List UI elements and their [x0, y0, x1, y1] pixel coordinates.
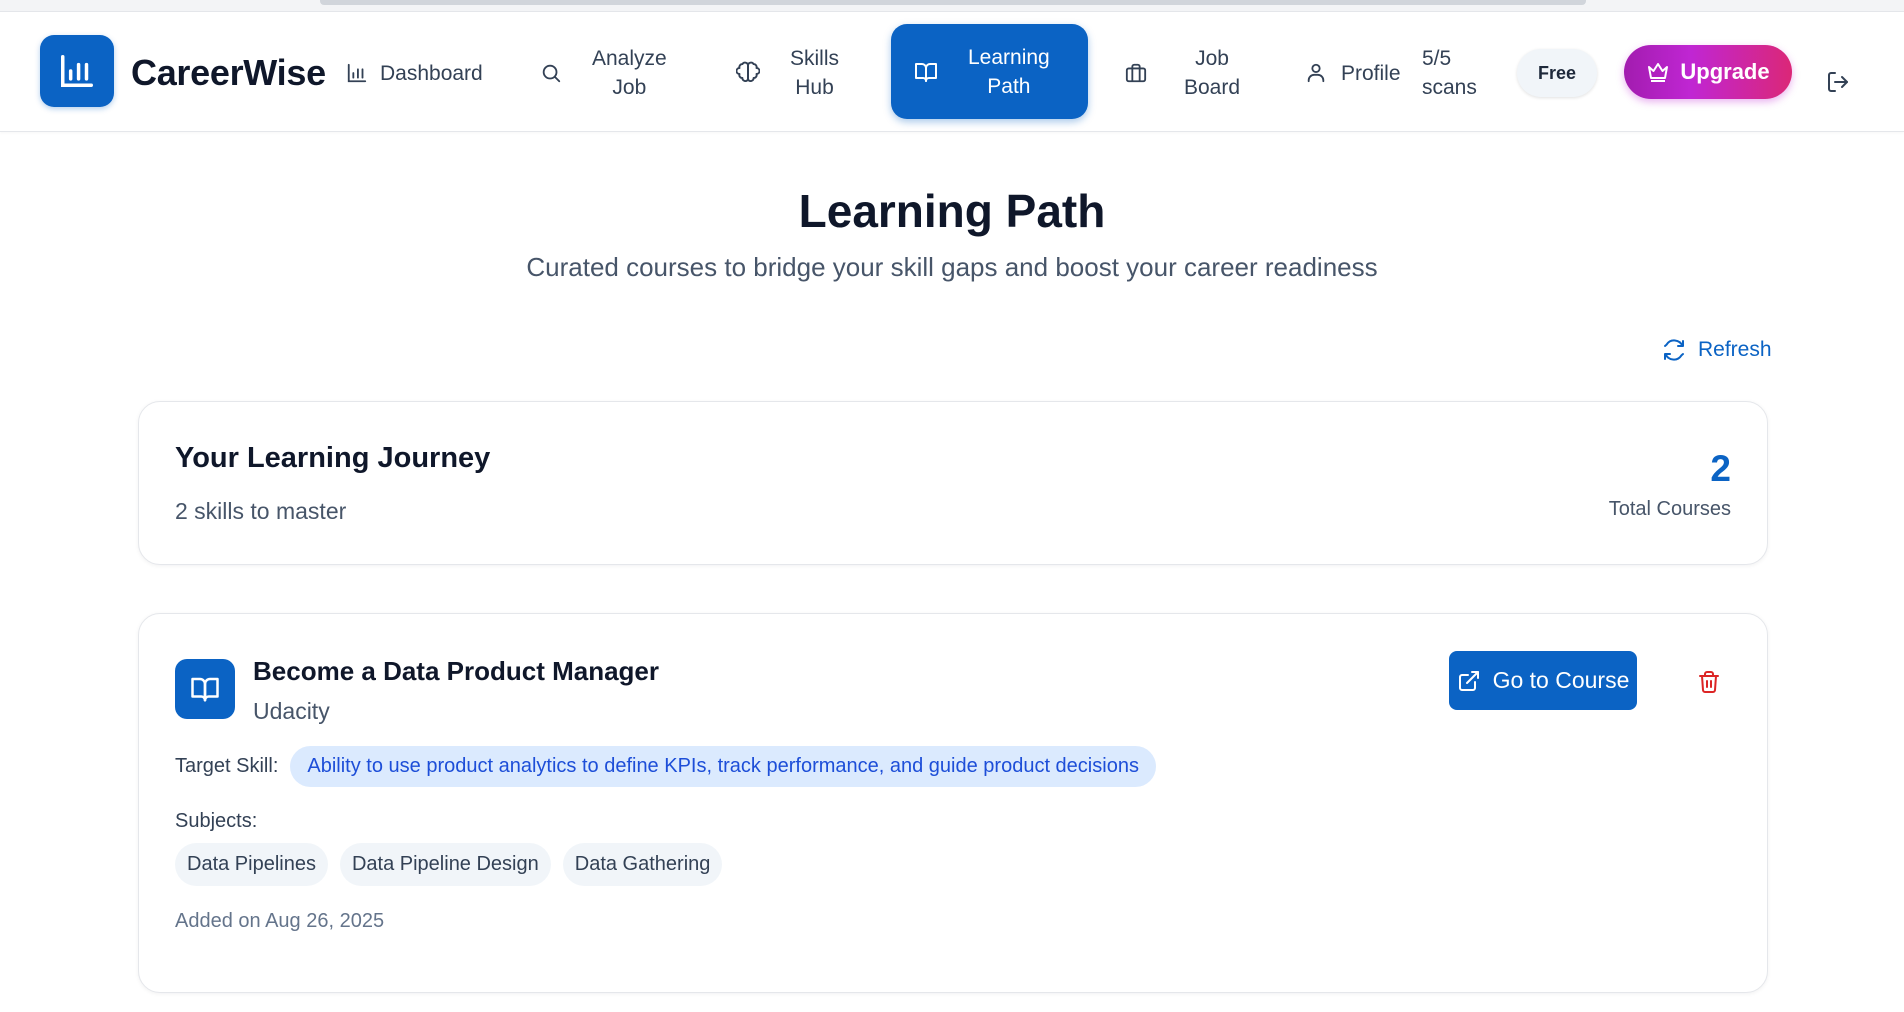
browser-scrollbar-strip — [0, 0, 1904, 12]
subject-chip: Data Pipeline Design — [339, 843, 551, 886]
course-card: Become a Data Product Manager Udacity Go… — [138, 613, 1768, 993]
journey-subtitle: 2 skills to master — [175, 498, 347, 524]
nav-skills-hub-label-1: Skills — [790, 47, 840, 70]
upgrade-button[interactable]: Upgrade — [1624, 45, 1792, 99]
course-provider: Udacity — [253, 698, 330, 724]
nav-profile-label: Profile — [1341, 61, 1401, 85]
target-skill-label: Target Skill: — [175, 755, 279, 777]
subject-chip: Data Gathering — [562, 843, 723, 886]
nav-job-board-label-2: Board — [1184, 76, 1241, 99]
nav-analyze-job-label-2: Job — [612, 76, 647, 99]
user-icon — [1307, 63, 1325, 83]
search-icon — [542, 64, 561, 83]
page-subtitle: Curated courses to bridge your skill gap… — [526, 252, 1378, 282]
brand-name[interactable]: CareerWise — [131, 52, 326, 94]
course-title: Become a Data Product Manager — [253, 656, 660, 686]
logo[interactable] — [40, 35, 114, 107]
nav-profile[interactable]: Profile — [1305, 56, 1401, 90]
total-courses-count: 2 — [1710, 448, 1731, 489]
nav-job-board-label-1: Job — [1195, 47, 1229, 70]
logout-icon — [1828, 72, 1848, 92]
refresh-icon — [1664, 339, 1684, 361]
subjects-label: Subjects: — [175, 810, 258, 832]
nav-skills-hub-label-2: Hub — [795, 76, 834, 99]
book-open-icon — [191, 677, 219, 702]
scan-label: scans — [1422, 76, 1477, 99]
upgrade-label: Upgrade — [1680, 59, 1770, 84]
journey-title: Your Learning Journey — [175, 442, 491, 474]
briefcase-icon — [1125, 63, 1147, 83]
nav-job-board[interactable]: Job Board — [1125, 44, 1240, 102]
total-courses-label: Total Courses — [1608, 498, 1731, 520]
nav-skills-hub[interactable]: Skills Hub — [736, 44, 839, 102]
go-to-course-button[interactable]: Go to Course — [1449, 651, 1637, 710]
bar-chart-icon — [347, 63, 367, 83]
nav-dashboard-label: Dashboard — [380, 61, 483, 85]
top-navbar: CareerWise Dashboard Analyze Job Skills … — [0, 12, 1904, 132]
nav-analyze-job-label-1: Analyze — [592, 47, 667, 70]
nav-learning-path[interactable]: Learning Path — [891, 24, 1088, 119]
subjects-list: Data Pipelines Data Pipeline Design Data… — [175, 843, 723, 886]
added-date: Added on Aug 26, 2025 — [175, 910, 385, 932]
plan-badge: Free — [1517, 49, 1597, 97]
brain-icon — [736, 61, 760, 82]
delete-course-button[interactable] — [1697, 670, 1721, 699]
page-title: Learning Path — [798, 185, 1106, 237]
subject-chip: Data Pipelines — [175, 843, 328, 886]
refresh-label: Refresh — [1698, 338, 1772, 361]
scan-count: 5/5 — [1422, 47, 1452, 70]
target-skill-row: Target Skill: Ability to use product ana… — [175, 746, 1156, 787]
refresh-button[interactable]: Refresh — [1662, 338, 1772, 362]
book-open-icon — [915, 62, 937, 82]
course-icon — [175, 659, 235, 719]
nav-learning-path-label-2: Path — [987, 74, 1031, 98]
nav-dashboard[interactable]: Dashboard — [346, 56, 483, 90]
journey-card: Your Learning Journey 2 skills to master… — [138, 401, 1768, 565]
nav-learning-path-label-1: Learning — [968, 45, 1050, 69]
scan-counter: 5/5 scans — [1422, 44, 1477, 102]
horizontal-scrollbar[interactable] — [320, 0, 1586, 5]
crown-icon — [1648, 63, 1669, 82]
target-skill-chip: Ability to use product analytics to defi… — [290, 746, 1156, 787]
external-link-icon — [1458, 670, 1479, 691]
nav-analyze-job[interactable]: Analyze Job — [540, 44, 667, 102]
go-to-course-label: Go to Course — [1492, 667, 1630, 693]
logout-button[interactable] — [1826, 70, 1850, 99]
bar-chart-icon — [61, 55, 93, 87]
trash-icon — [1699, 671, 1719, 693]
